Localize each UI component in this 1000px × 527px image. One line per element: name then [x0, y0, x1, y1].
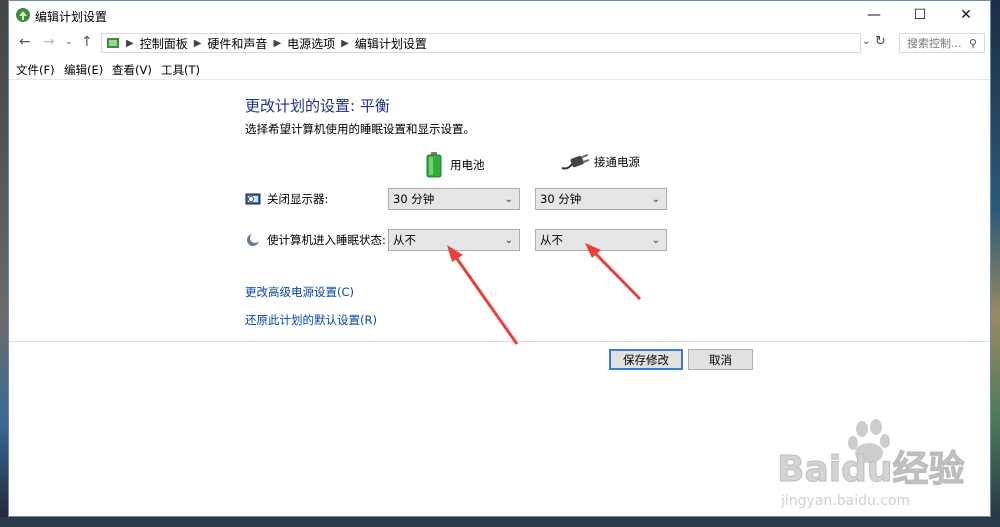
- display-off-label: 关闭显示器:: [267, 192, 329, 206]
- search-input[interactable]: [905, 35, 969, 51]
- plugged-in-column-header: 接通电源: [560, 152, 640, 172]
- breadcrumb-separator: ▶: [193, 37, 202, 49]
- main-content: 更改计划的设置: 平衡 选择希望计算机使用的睡眠设置和显示设置。 用电池 接通电…: [9, 80, 990, 342]
- edit-plan-settings-window: 编辑计划设置 — ☐ ✕ ← → ⌄ ↑ ▶ 控制面板 ▶ 硬件和声音 ▶ 电源…: [8, 0, 991, 517]
- save-changes-button[interactable]: 保存修改: [609, 349, 683, 370]
- desktop-left-edge: [0, 0, 8, 527]
- chevron-down-icon: ⌄: [504, 193, 513, 205]
- chevron-down-icon: ⌄: [651, 234, 660, 246]
- sleep-row-label: 使计算机进入睡眠状态:: [245, 232, 386, 248]
- chevron-down-icon: ⌄: [651, 193, 660, 205]
- control-panel-icon: [107, 38, 119, 48]
- breadcrumb-separator: ▶: [341, 37, 349, 49]
- power-options-app-icon: [16, 8, 30, 22]
- breadcrumb-power-options[interactable]: 电源选项: [287, 35, 335, 52]
- desktop-right-edge: [991, 0, 1000, 527]
- address-bar[interactable]: ▶ 控制面板 ▶ 硬件和声音 ▶ 电源选项 ▶ 编辑计划设置: [101, 33, 861, 53]
- watermark-url-text: jingyan.baidu.com: [780, 493, 910, 509]
- chevron-down-icon: ⌄: [504, 234, 513, 246]
- breadcrumb-separator: ▶: [126, 37, 134, 49]
- address-row: ← → ⌄ ↑ ▶ 控制面板 ▶ 硬件和声音 ▶ 电源选项 ▶ 编辑计划设置 ⌄…: [9, 31, 990, 55]
- breadcrumb-hardware-sound[interactable]: 硬件和声音: [207, 35, 267, 52]
- advanced-power-settings-link[interactable]: 更改高级电源设置(C): [245, 284, 354, 300]
- menu-view[interactable]: 查看(V): [112, 62, 152, 78]
- page-title: 更改计划的设置: 平衡: [245, 97, 390, 115]
- back-button[interactable]: ←: [19, 34, 31, 50]
- window-title: 编辑计划设置: [35, 10, 108, 24]
- cancel-button[interactable]: 取消: [688, 349, 753, 370]
- breadcrumb-separator: ▶: [273, 37, 282, 49]
- baidu-jingyan-watermark: Baidu经验 jingyan.baidu.com: [777, 419, 965, 509]
- divider: [9, 341, 990, 342]
- desktop-bottom-edge: [0, 517, 1000, 527]
- search-box[interactable]: ⚲: [899, 33, 985, 53]
- close-icon: ✕: [960, 7, 972, 23]
- page-subtitle: 选择希望计算机使用的睡眠设置和显示设置。: [245, 122, 475, 136]
- minimize-icon: —: [867, 7, 881, 23]
- breadcrumb-edit-plan[interactable]: 编辑计划设置: [355, 35, 427, 52]
- search-icon[interactable]: ⚲: [969, 37, 977, 50]
- menu-tools[interactable]: 工具(T): [161, 62, 200, 78]
- refresh-icon[interactable]: ↻: [875, 34, 886, 49]
- display-off-row-label: 关闭显示器:: [245, 191, 328, 207]
- sleep-plugged-value: 从不: [540, 233, 563, 247]
- sleep-plugged-select[interactable]: 从不 ⌄: [535, 229, 667, 251]
- menu-file[interactable]: 文件(F): [16, 62, 55, 78]
- maximize-button[interactable]: ☐: [897, 1, 943, 29]
- maximize-icon: ☐: [913, 7, 927, 23]
- display-off-battery-select[interactable]: 30 分钟 ⌄: [388, 188, 520, 210]
- forward-button[interactable]: →: [43, 34, 55, 50]
- sleep-battery-value: 从不: [393, 233, 416, 247]
- recent-locations-dropdown-icon[interactable]: ⌄: [65, 37, 73, 47]
- menu-edit[interactable]: 编辑(E): [64, 62, 103, 78]
- sleep-battery-select[interactable]: 从不 ⌄: [388, 229, 520, 251]
- close-button[interactable]: ✕: [943, 1, 989, 29]
- up-button[interactable]: ↑: [81, 34, 93, 50]
- plugged-in-label: 接通电源: [594, 155, 640, 169]
- sleep-label: 使计算机进入睡眠状态:: [267, 233, 386, 247]
- watermark-brand-text: Baidu经验: [777, 449, 964, 490]
- monitor-clock-icon: [245, 193, 261, 205]
- restore-defaults-link[interactable]: 还原此计划的默认设置(R): [245, 312, 377, 328]
- battery-label: 用电池: [450, 158, 485, 172]
- battery-column-header: 用电池: [426, 152, 485, 178]
- breadcrumb-control-panel[interactable]: 控制面板: [140, 35, 188, 52]
- menu-bar: 文件(F) 编辑(E) 查看(V) 工具(T): [9, 59, 990, 80]
- display-off-plugged-value: 30 分钟: [540, 192, 582, 206]
- display-off-plugged-select[interactable]: 30 分钟 ⌄: [535, 188, 667, 210]
- battery-icon: [426, 152, 442, 178]
- title-bar: 编辑计划设置 — ☐ ✕: [9, 1, 990, 29]
- display-off-battery-value: 30 分钟: [393, 192, 435, 206]
- sleep-moon-icon: [247, 233, 260, 246]
- minimize-button[interactable]: —: [851, 1, 897, 29]
- power-plug-icon: [561, 154, 590, 170]
- address-dropdown-icon[interactable]: ⌄: [862, 36, 870, 47]
